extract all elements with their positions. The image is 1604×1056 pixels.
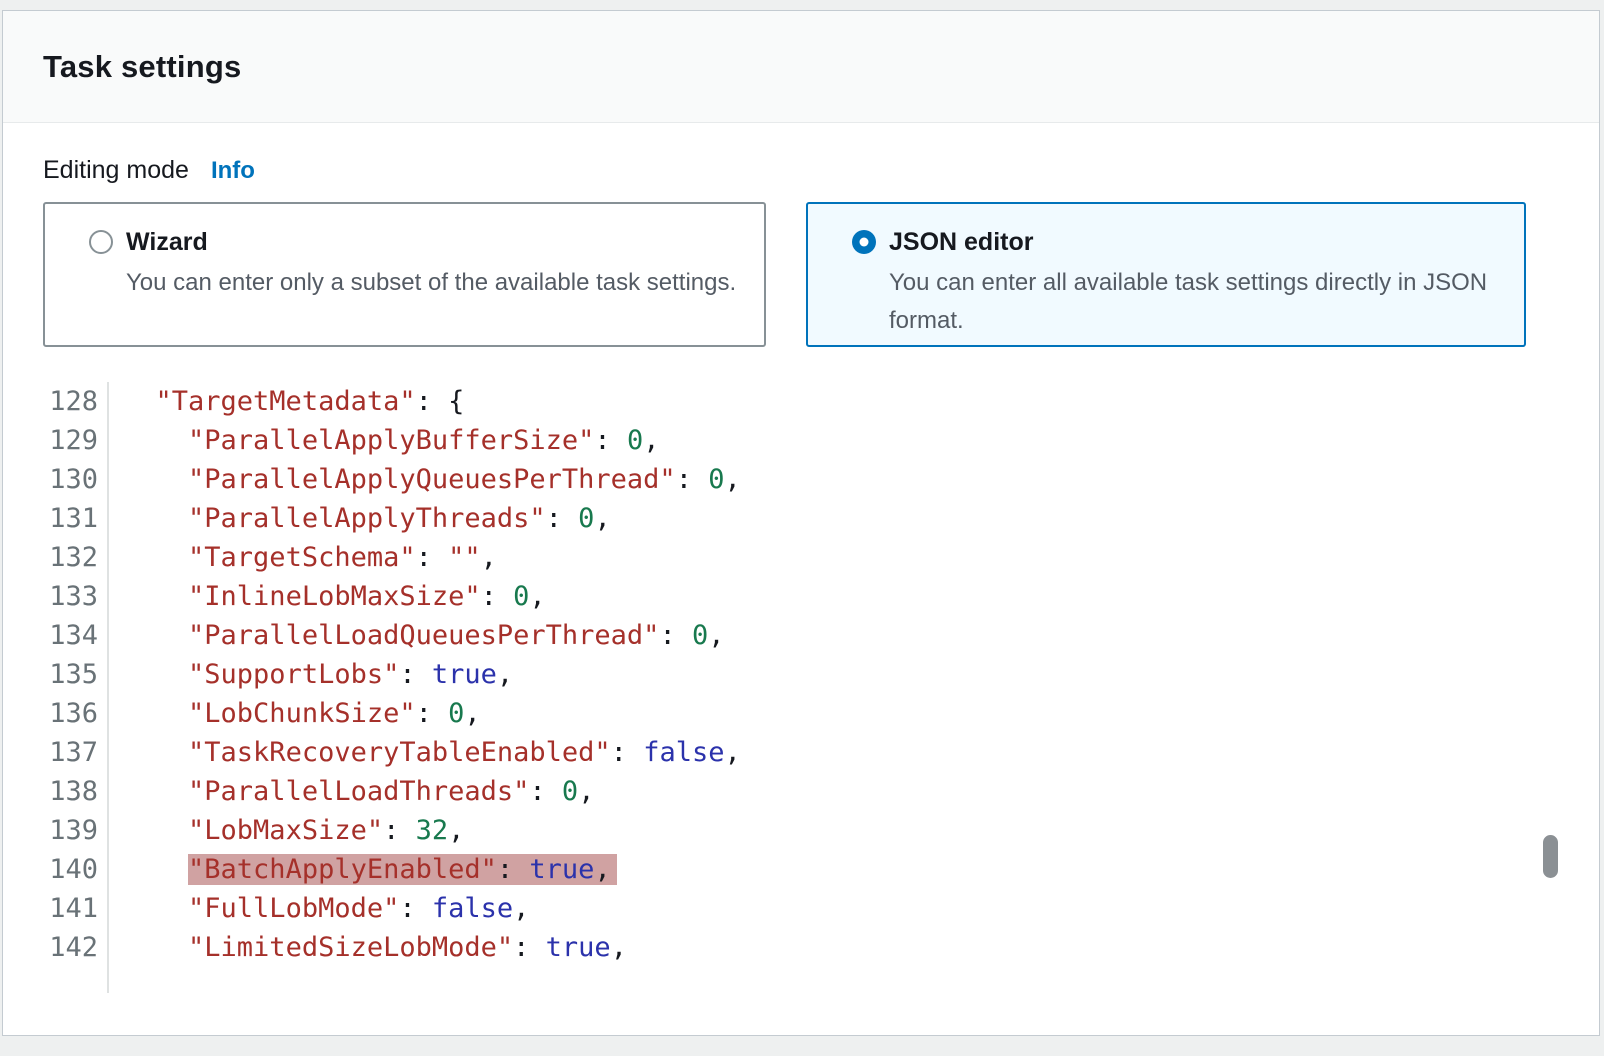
code-line: 137 "TaskRecoveryTableEnabled": false, bbox=[43, 733, 1559, 772]
tile-wizard-label: Wizard bbox=[126, 226, 736, 258]
tile-json-editor-description: You can enter all available task setting… bbox=[889, 264, 1500, 340]
line-number: 139 bbox=[43, 811, 109, 850]
line-number: 132 bbox=[43, 538, 109, 577]
line-number: 128 bbox=[43, 382, 109, 421]
code-line: 134 "ParallelLoadQueuesPerThread": 0, bbox=[43, 616, 1559, 655]
code-line: 138 "ParallelLoadThreads": 0, bbox=[43, 772, 1559, 811]
panel-header: Task settings bbox=[3, 11, 1599, 123]
code-line-text: "ParallelApplyQueuesPerThread": 0, bbox=[109, 460, 741, 499]
code-line: 128 "TargetMetadata": { bbox=[43, 382, 1559, 421]
code-line: 140 "BatchApplyEnabled": true, bbox=[43, 850, 1559, 889]
code-line: 141 "FullLobMode": false, bbox=[43, 889, 1559, 928]
code-line: 139 "LobMaxSize": 32, bbox=[43, 811, 1559, 850]
line-number: 141 bbox=[43, 889, 109, 928]
line-number: 137 bbox=[43, 733, 109, 772]
line-number: 131 bbox=[43, 499, 109, 538]
code-line-text: "ParallelLoadQueuesPerThread": 0, bbox=[109, 616, 724, 655]
json-code-editor[interactable]: 128 "TargetMetadata": {129 "ParallelAppl… bbox=[43, 382, 1559, 993]
code-line-tail bbox=[43, 967, 1559, 993]
code-line: 131 "ParallelApplyThreads": 0, bbox=[43, 499, 1559, 538]
tile-json-editor[interactable]: JSON editor You can enter all available … bbox=[806, 202, 1526, 347]
code-line-text: "LobChunkSize": 0, bbox=[109, 694, 481, 733]
code-line: 133 "InlineLobMaxSize": 0, bbox=[43, 577, 1559, 616]
code-line-text: "ParallelLoadThreads": 0, bbox=[109, 772, 594, 811]
editing-mode-label: Editing mode bbox=[43, 156, 189, 185]
code-line: 135 "SupportLobs": true, bbox=[43, 655, 1559, 694]
code-line-text: "LimitedSizeLobMode": true, bbox=[109, 928, 627, 967]
line-number: 140 bbox=[43, 850, 109, 889]
code-line: 132 "TargetSchema": "", bbox=[43, 538, 1559, 577]
line-number: 130 bbox=[43, 460, 109, 499]
line-number: 135 bbox=[43, 655, 109, 694]
code-line: 129 "ParallelApplyBufferSize": 0, bbox=[43, 421, 1559, 460]
tile-json-editor-label: JSON editor bbox=[889, 226, 1500, 258]
code-line-text: "TargetMetadata": { bbox=[109, 382, 464, 421]
panel-body: Editing mode Info Wizard You can enter o… bbox=[3, 156, 1599, 993]
editing-mode-tiles: Wizard You can enter only a subset of th… bbox=[43, 202, 1559, 347]
tile-wizard[interactable]: Wizard You can enter only a subset of th… bbox=[43, 202, 766, 347]
line-number: 138 bbox=[43, 772, 109, 811]
radio-wizard[interactable] bbox=[89, 230, 113, 254]
line-number: 133 bbox=[43, 577, 109, 616]
tile-wizard-description: You can enter only a subset of the avail… bbox=[126, 264, 736, 302]
line-number: 129 bbox=[43, 421, 109, 460]
code-line: 136 "LobChunkSize": 0, bbox=[43, 694, 1559, 733]
code-line-text: "TargetSchema": "", bbox=[109, 538, 497, 577]
code-line: 142 "LimitedSizeLobMode": true, bbox=[43, 928, 1559, 967]
code-line-text: "LobMaxSize": 32, bbox=[109, 811, 464, 850]
line-number: 136 bbox=[43, 694, 109, 733]
code-line-text: "BatchApplyEnabled": true, bbox=[109, 850, 617, 889]
line-number: 134 bbox=[43, 616, 109, 655]
scrollbar-thumb[interactable] bbox=[1543, 835, 1558, 878]
code-line-text: "TaskRecoveryTableEnabled": false, bbox=[109, 733, 741, 772]
info-link[interactable]: Info bbox=[211, 157, 255, 185]
code-line-text: "FullLobMode": false, bbox=[109, 889, 529, 928]
task-settings-panel: Task settings Editing mode Info Wizard Y… bbox=[2, 10, 1600, 1036]
code-line: 130 "ParallelApplyQueuesPerThread": 0, bbox=[43, 460, 1559, 499]
code-line-text: "SupportLobs": true, bbox=[109, 655, 513, 694]
code-line-text: "ParallelApplyThreads": 0, bbox=[109, 499, 611, 538]
radio-json-editor[interactable] bbox=[852, 230, 876, 254]
page-title: Task settings bbox=[43, 49, 241, 85]
editing-mode-row: Editing mode Info bbox=[43, 156, 1559, 185]
code-line-text: "InlineLobMaxSize": 0, bbox=[109, 577, 546, 616]
line-number bbox=[43, 967, 109, 993]
line-number: 142 bbox=[43, 928, 109, 967]
code-line-text: "ParallelApplyBufferSize": 0, bbox=[109, 421, 659, 460]
